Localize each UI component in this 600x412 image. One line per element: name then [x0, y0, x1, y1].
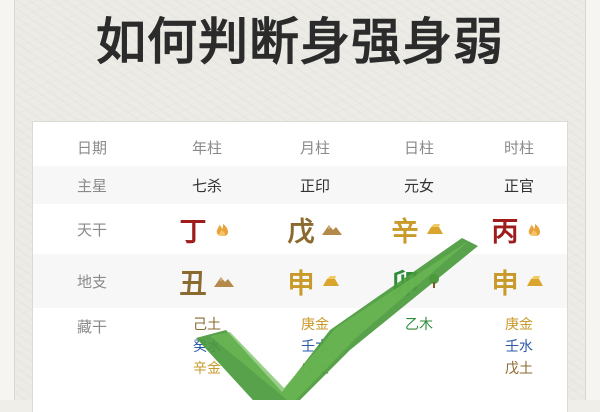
branch-char: 丑	[179, 268, 207, 300]
branch-cell-year: 丑	[151, 262, 263, 301]
branch-cell-day: 卯	[367, 262, 471, 301]
hidden-stem-item: 庚金	[301, 317, 329, 333]
fire-icon	[525, 221, 547, 237]
earthly-branches-label: 地支	[76, 272, 107, 291]
heavenly-stems-row: 天干 丁 戊 辛 丙	[33, 204, 567, 254]
branch-char: 申	[491, 268, 519, 300]
stem-char: 戊	[287, 216, 315, 248]
stem-cell-day: 辛	[367, 210, 471, 249]
header-year-pillar: 年柱	[191, 138, 222, 157]
hidden-stems-day: 乙木	[367, 308, 471, 336]
mountain-icon	[213, 273, 235, 289]
main-star-year: 七杀	[191, 176, 222, 195]
page-title: 如何判断身强身弱	[96, 12, 504, 71]
header-hour-pillar: 时柱	[503, 138, 534, 157]
hidden-stems-label: 藏干	[76, 318, 107, 336]
hidden-stems-row: 藏干 己土癸水辛金 庚金壬水戊土 乙木 庚金壬水戊土	[33, 308, 567, 412]
hidden-stems-hour: 庚金 壬水 戊土	[471, 308, 567, 380]
heavenly-stems-label: 天干	[76, 220, 107, 239]
bazi-table: 日期 年柱 月柱 日柱 时柱 主星 七杀 正印 元女 正官 天干 丁 戊 辛 丙	[33, 122, 567, 412]
hidden-stem-item: 戊土	[301, 361, 329, 377]
hidden-stem-item: 癸水	[193, 339, 221, 355]
gold-icon	[525, 273, 547, 289]
branch-cell-hour: 申	[471, 262, 567, 301]
stem-cell-year: 丁	[151, 210, 263, 249]
main-star-day: 元女	[403, 176, 434, 195]
header-day-pillar: 日柱	[403, 138, 434, 157]
header-label: 日期	[76, 138, 107, 157]
hidden-stem-item: 辛金	[193, 361, 221, 377]
branch-char: 申	[287, 268, 315, 300]
main-star-label: 主星	[76, 176, 107, 195]
main-star-row: 主星 七杀 正印 元女 正官	[33, 166, 567, 204]
header-month-pillar: 月柱	[299, 138, 330, 157]
hidden-stems-year: 己土 癸水 辛金	[151, 308, 263, 380]
table-header-row: 日期 年柱 月柱 日柱 时柱	[33, 128, 567, 166]
stem-cell-month: 戊	[263, 210, 367, 249]
stem-char: 丁	[179, 216, 207, 248]
gold-icon	[321, 273, 343, 289]
branch-char: 卯	[391, 268, 419, 300]
stem-cell-hour: 丙	[471, 210, 567, 249]
hidden-stems-month: 庚金 壬水 戊土	[263, 308, 367, 380]
branch-cell-month: 申	[263, 262, 367, 301]
stem-char: 丙	[491, 216, 519, 248]
earthly-branches-row: 地支 丑 申 卯 申	[33, 254, 567, 308]
main-star-hour: 正官	[503, 176, 534, 195]
hidden-stem-item: 壬水	[301, 339, 329, 355]
hidden-stem-item: 壬水	[505, 339, 533, 355]
hidden-stem-item: 庚金	[505, 317, 533, 333]
hidden-stem-item: 己土	[193, 317, 221, 333]
tree-icon	[425, 273, 447, 289]
hidden-stem-item: 戊土	[505, 361, 533, 377]
mountain-icon	[321, 221, 343, 237]
main-star-month: 正印	[299, 176, 330, 195]
stem-char: 辛	[391, 216, 419, 248]
gold-icon	[425, 221, 447, 237]
fire-icon	[213, 221, 235, 237]
hidden-stem-item: 乙木	[405, 317, 433, 333]
